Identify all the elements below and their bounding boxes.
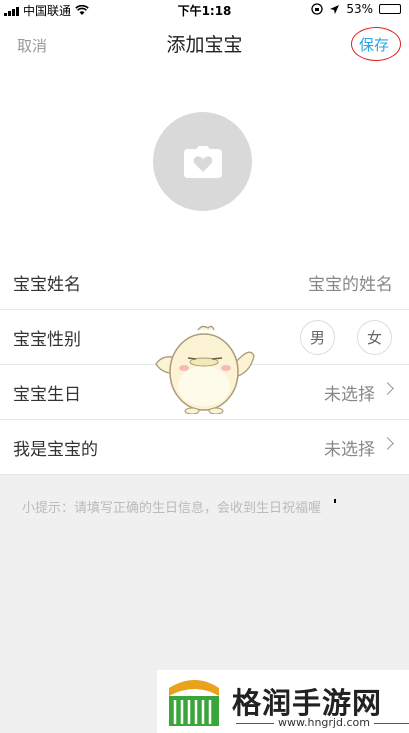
birthday-label: 宝宝生日 — [13, 385, 81, 405]
rotation-lock-icon — [311, 3, 323, 15]
watermark-logo-icon — [169, 680, 219, 726]
status-right: 53% — [311, 2, 401, 503]
birthday-value: 未选择 — [324, 385, 375, 405]
battery-icon — [334, 4, 401, 503]
watermark-url: www.hngrjd.com — [232, 716, 409, 729]
chevron-right-icon — [381, 437, 394, 450]
relation-value: 未选择 — [324, 440, 375, 460]
location-arrow-icon — [330, 4, 340, 14]
name-label: 宝宝姓名 — [13, 275, 81, 295]
save-button[interactable]: 保存 — [359, 34, 389, 55]
hint-text: 小提示：请填写正确的生日信息，会收到生日祝福喔 — [22, 501, 322, 516]
relation-label: 我是宝宝的 — [13, 440, 98, 460]
name-row[interactable]: 宝宝姓名 宝宝的姓名 — [0, 255, 409, 310]
camera-heart-icon — [183, 145, 222, 178]
gender-female-button[interactable]: 女 — [357, 320, 392, 355]
battery-percent: 53% — [346, 2, 373, 16]
name-input[interactable]: 宝宝的姓名 — [308, 270, 393, 295]
avatar-section — [0, 68, 409, 255]
chick-mascot-icon — [155, 325, 255, 414]
gender-male-button[interactable]: 男 — [300, 320, 335, 355]
nav-bar: 取消 添加宝宝 保存 — [0, 18, 409, 68]
page-title: 添加宝宝 — [166, 34, 243, 56]
avatar-upload-button[interactable] — [153, 112, 252, 211]
gender-label: 宝宝性别 — [13, 330, 81, 350]
status-bar: 中国联通 下午1:18 53% — [0, 0, 409, 503]
chevron-right-icon — [381, 382, 394, 395]
watermark-url-text: www.hngrjd.com — [278, 716, 370, 729]
relation-row[interactable]: 我是宝宝的 未选择 — [0, 420, 409, 475]
